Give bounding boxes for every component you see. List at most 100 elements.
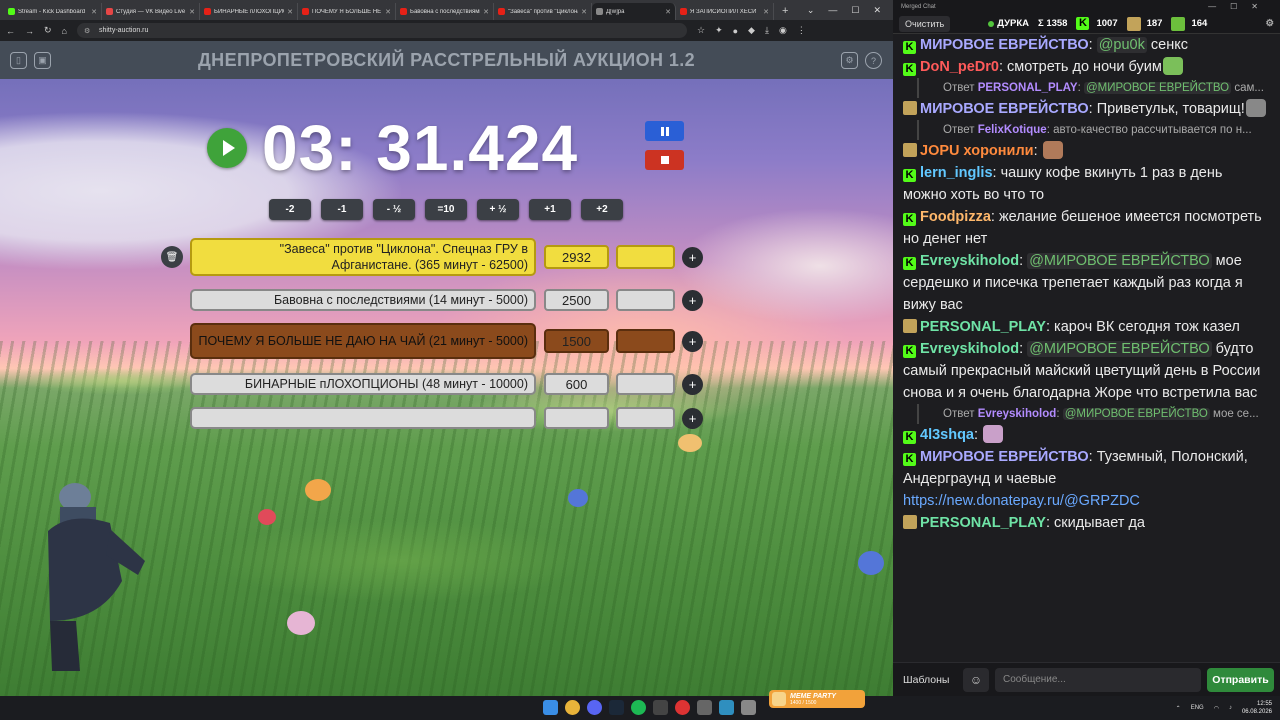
time-adjust-button[interactable]: -1 [321, 199, 363, 220]
clock[interactable]: 12:55 06.08.2026 [1242, 700, 1272, 716]
steam-icon[interactable] [609, 700, 624, 715]
lot-add-amount-field[interactable] [616, 289, 675, 311]
chat-username[interactable]: МИРОВОЕ ЕВРЕЙСТВО [920, 101, 1089, 117]
tab-close-icon[interactable]: ✕ [91, 8, 97, 16]
obs-icon[interactable] [653, 700, 668, 715]
chat-settings-icon[interactable]: ⚙ [1265, 18, 1274, 29]
help-icon[interactable]: ? [865, 52, 882, 69]
chat-username[interactable]: Foodpizza [920, 209, 991, 225]
browser-tab[interactable]: Stream - Kick Dashboard ✕ [4, 3, 102, 20]
play-button[interactable] [207, 128, 247, 168]
tray-chevron-icon[interactable]: ⌃ [1176, 705, 1181, 712]
new-tab-button[interactable]: + [774, 5, 796, 20]
reload-icon[interactable]: ↻ [44, 25, 52, 36]
chat-window-controls[interactable]: —☐✕ [1208, 2, 1272, 11]
lot-name-field[interactable]: ПОЧЕМУ Я БОЛЬШЕ НЕ ДАЮ НА ЧАЙ (21 минут … [190, 323, 536, 359]
app-icon[interactable] [697, 700, 712, 715]
minimize-button[interactable]: — [828, 5, 837, 15]
menu-icon[interactable]: ⋮ [797, 25, 806, 36]
reply-preview[interactable]: Ответ FelixKotique: авто-качество рассчи… [917, 120, 1270, 140]
time-adjust-button[interactable]: +1 [529, 199, 571, 220]
browser-tab[interactable]: Я ЗАПИСИОПИЛ ХЕСИ ✕ [676, 3, 774, 20]
pause-button[interactable] [645, 121, 684, 141]
lot-add-amount-field[interactable] [616, 245, 675, 269]
chat-username[interactable]: 4l3shqa [920, 427, 974, 443]
time-adjust-button[interactable]: =10 [425, 199, 467, 220]
start-icon[interactable] [543, 700, 558, 715]
chat-username[interactable]: МИРОВОЕ ЕВРЕЙСТВО [920, 37, 1089, 53]
time-adjust-button[interactable]: + ½ [477, 199, 519, 220]
maximize-button[interactable]: ☐ [851, 5, 859, 16]
chat-username[interactable]: lern_inglis [920, 165, 993, 181]
bookmark-star-icon[interactable]: ☆ [697, 25, 705, 36]
chat-username[interactable]: МИРОВОЕ ЕВРЕЙСТВО [920, 449, 1089, 465]
profile-icon[interactable]: ◉ [779, 25, 787, 36]
app-icon[interactable] [675, 700, 690, 715]
emoji-picker-icon[interactable]: ☺ [963, 667, 989, 692]
send-button[interactable]: Отправить [1207, 667, 1274, 692]
lot-name-field[interactable]: Бавовна с последствиями (14 минут - 5000… [190, 289, 536, 311]
templates-button[interactable]: Шаблоны [899, 674, 957, 686]
tab-close-icon[interactable]: ✕ [581, 8, 587, 16]
tab-close-icon[interactable]: ✕ [189, 8, 195, 16]
site-info-icon[interactable]: ⚙ [84, 27, 90, 35]
add-to-lot-button[interactable]: + [682, 373, 703, 395]
browser-tab[interactable]: "Завеса" против "Циклона" ✕ [494, 3, 592, 20]
meme-party-widget[interactable]: MEME PARTY 1400 / 1500 [769, 690, 865, 708]
keyboard-language[interactable]: ENG [1191, 705, 1204, 711]
download-icon[interactable]: ⤓ [765, 25, 769, 36]
chat-username[interactable]: Evreyskiholod [920, 341, 1019, 357]
tab-close-icon[interactable]: ✕ [385, 8, 391, 16]
chat-username[interactable]: PERSONAL_PLAY [920, 319, 1046, 335]
browser-tab[interactable]: БИНАРНЫЕ пЛОХОПЦИО ✕ [200, 3, 298, 20]
home-icon[interactable]: ⌂ [62, 26, 67, 36]
lot-amount-field[interactable]: 2500 [544, 289, 609, 311]
tab-close-icon[interactable]: ✕ [287, 8, 293, 16]
lot-amount-field[interactable]: 2932 [544, 245, 609, 269]
extension-icon[interactable]: ◆ [748, 25, 755, 36]
lot-amount-field[interactable] [544, 407, 609, 429]
telegram-icon[interactable] [719, 700, 734, 715]
tab-close-icon[interactable]: ✕ [665, 8, 671, 16]
add-to-lot-button[interactable]: + [682, 289, 703, 311]
url-field[interactable]: ⚙ shitty-auction.ru [76, 23, 687, 38]
forward-icon[interactable]: → [25, 26, 34, 36]
back-icon[interactable]: ← [6, 26, 15, 36]
browser-tab[interactable]: Студия — VK Видео Live ✕ [102, 3, 200, 20]
time-adjust-button[interactable]: +2 [581, 199, 623, 220]
chat-username[interactable]: PERSONAL_PLAY [920, 515, 1046, 531]
extension-icon[interactable]: ● [733, 26, 738, 36]
lot-name-field[interactable]: БИНАРНЫЕ пЛОХОПЦИОНЫ (48 минут - 10000) [190, 373, 536, 395]
browser-tab[interactable]: Д[w]ра ✕ [592, 3, 676, 20]
reply-preview[interactable]: Ответ PERSONAL_PLAY: @МИРОВОЕ ЕВРЕЙСТВО … [917, 78, 1270, 98]
app-icon[interactable] [741, 700, 756, 715]
lot-add-amount-field[interactable] [616, 407, 675, 429]
chat-username[interactable]: Evreyskiholod [920, 253, 1019, 269]
browser-tab[interactable]: ПОЧЕМУ Я БОЛЬШЕ НЕ ✕ [298, 3, 396, 20]
wifi-icon[interactable]: ◠ [1214, 705, 1219, 712]
volume-icon[interactable]: ♪ [1229, 705, 1232, 711]
time-adjust-button[interactable]: - ½ [373, 199, 415, 220]
clear-chat-button[interactable]: Очистить [899, 15, 951, 32]
chat-username[interactable]: JOPU хоронили [920, 143, 1034, 159]
reply-preview[interactable]: Ответ Evreyskiholod: @МИРОВОЕ ЕВРЕЙСТВО … [917, 404, 1270, 424]
chat-username[interactable]: DoN_peDr0 [920, 59, 999, 75]
extension-icon[interactable]: ✦ [715, 25, 723, 36]
chrome-icon[interactable] [565, 700, 580, 715]
lot-add-amount-field[interactable] [616, 373, 675, 395]
lot-name-field[interactable] [190, 407, 536, 429]
lot-name-field[interactable]: "Завеса" против "Циклона". Спецназ ГРУ в… [190, 238, 536, 276]
add-to-lot-button[interactable]: + [682, 246, 703, 268]
stop-button[interactable] [645, 150, 684, 170]
lot-add-amount-field[interactable] [616, 329, 675, 353]
add-to-lot-button[interactable]: + [682, 407, 703, 429]
settings-icon[interactable]: ⚙ [841, 52, 858, 69]
tab-close-icon[interactable]: ✕ [483, 8, 489, 16]
discord-icon[interactable] [587, 700, 602, 715]
browser-tab[interactable]: Бавовна с последствиями ✕ [396, 3, 494, 20]
tab-close-icon[interactable]: ✕ [763, 8, 769, 16]
donate-link[interactable]: https://new.donatepay.ru/@GRPZDC [903, 493, 1140, 509]
lot-amount-field[interactable]: 600 [544, 373, 609, 395]
close-window-button[interactable]: ✕ [873, 5, 881, 16]
add-to-lot-button[interactable]: + [682, 330, 703, 352]
